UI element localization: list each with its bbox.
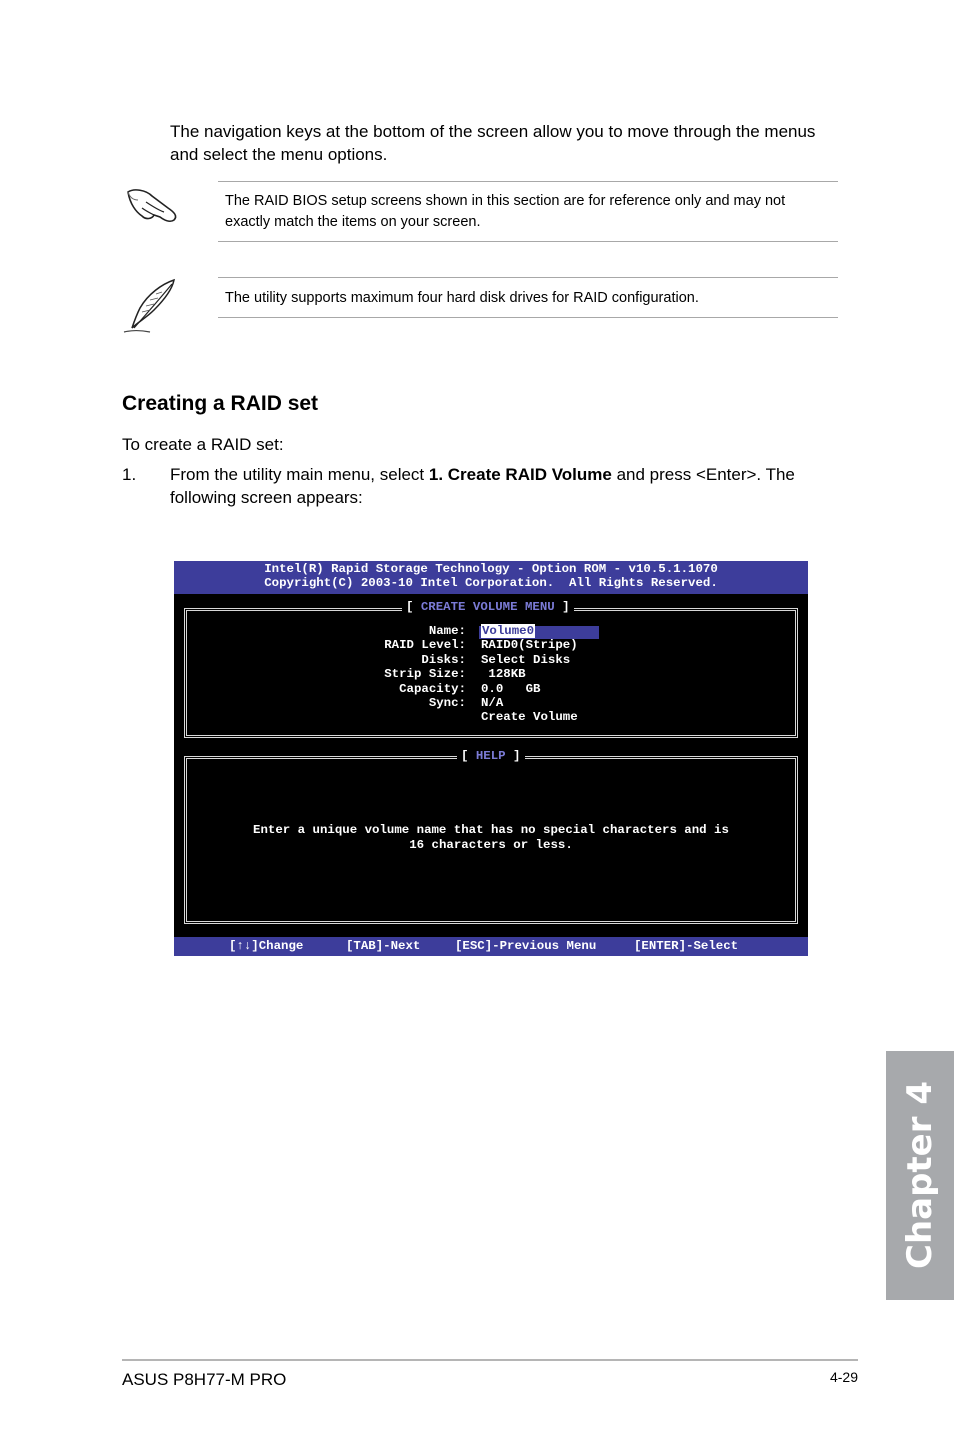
help-line-2: 16 characters or less. [409, 838, 573, 852]
note-2-text: The utility supports maximum four hard d… [225, 290, 699, 306]
capacity-label: Capacity: [399, 682, 466, 696]
step-1-text: From the utility main menu, select 1. Cr… [170, 463, 850, 509]
note-2-bottom-rule [218, 317, 838, 318]
name-label: Name: [428, 624, 466, 638]
step-1-line-1: From the utility main menu, select 1. Cr… [170, 463, 850, 486]
step-1-post: and press <Enter>. The [611, 465, 795, 484]
help-line-1: Enter a unique volume name that has no s… [253, 823, 729, 837]
nav-previous-key: [ESC]-Previous Menu [455, 939, 597, 953]
step-1-bold: 1. Create RAID Volume [428, 465, 612, 484]
feather-pen-icon [122, 278, 182, 336]
section-title: Creating a RAID set [122, 392, 319, 415]
strip-size-value[interactable]: 128KB [481, 667, 525, 681]
nav-change-key: [↑↓]Change [229, 939, 304, 953]
capacity-value[interactable]: 0.0 GB [481, 682, 541, 696]
intro-line-2: and select the menu options. [170, 145, 388, 164]
note-1-text: The RAID BIOS setup screens shown in thi… [225, 191, 825, 233]
raid-level-label: RAID Level: [384, 638, 466, 652]
create-volume-menu-label: CREATE VOLUME MENU [420, 600, 555, 614]
create-volume-menu-title: [ CREATE VOLUME MENU ] [402, 600, 574, 614]
chapter-label: Chapter 4 [900, 1080, 940, 1270]
help-box-title: [ HELP ] [457, 749, 525, 763]
chapter-tab: Chapter 4 [886, 1051, 954, 1300]
note-2-top-rule [218, 277, 838, 278]
strip-size-label: Strip Size: [384, 667, 466, 681]
disks-value[interactable]: Select Disks [481, 653, 570, 667]
bios-header-line-1: Intel(R) Rapid Storage Technology - Opti… [264, 562, 718, 576]
section-lead: To create a RAID set: [122, 435, 284, 454]
note-1-top-rule [218, 181, 838, 182]
step-number: 1. [122, 465, 137, 484]
footer-page-number: 4-29 [829, 1369, 858, 1385]
bios-header: Intel(R) Rapid Storage Technology - Opti… [174, 561, 808, 594]
disks-label: Disks: [421, 653, 466, 667]
footer-product: ASUS P8H77-M PRO [122, 1370, 287, 1389]
sync-value[interactable]: N/A [481, 696, 503, 710]
raid-level-value[interactable]: RAID0(Stripe) [481, 638, 578, 652]
raid-bios-screen: Intel(R) Rapid Storage Technology - Opti… [174, 561, 808, 956]
intro-line-1: The navigation keys at the bottom of the… [170, 122, 816, 141]
step-1-line-2: following screen appears: [170, 488, 363, 507]
bios-navigation-bar: [↑↓]Change [TAB]-Next [ESC]-Previous Men… [174, 937, 808, 956]
help-label: HELP [475, 749, 506, 763]
nav-select-key: [ENTER]-Select [634, 939, 739, 953]
note-1-line-1: The RAID BIOS setup screens shown in thi… [225, 193, 786, 209]
note-1-bottom-rule [218, 241, 838, 242]
bios-header-line-2: Copyright(C) 2003-10 Intel Corporation. … [264, 576, 718, 590]
pointing-hand-icon [124, 182, 182, 226]
note-1-line-2: exactly match the items on your screen. [225, 214, 481, 230]
footer-rule [122, 1359, 858, 1361]
step-1-pre: From the utility main menu, select [170, 465, 429, 484]
sync-label: Sync: [428, 696, 466, 710]
intro-paragraph: The navigation keys at the bottom of the… [170, 120, 850, 166]
nav-next-key: [TAB]-Next [346, 939, 421, 953]
create-volume-option[interactable]: Create Volume [481, 710, 578, 724]
volume-name-value[interactable]: Volume0 [481, 624, 536, 638]
